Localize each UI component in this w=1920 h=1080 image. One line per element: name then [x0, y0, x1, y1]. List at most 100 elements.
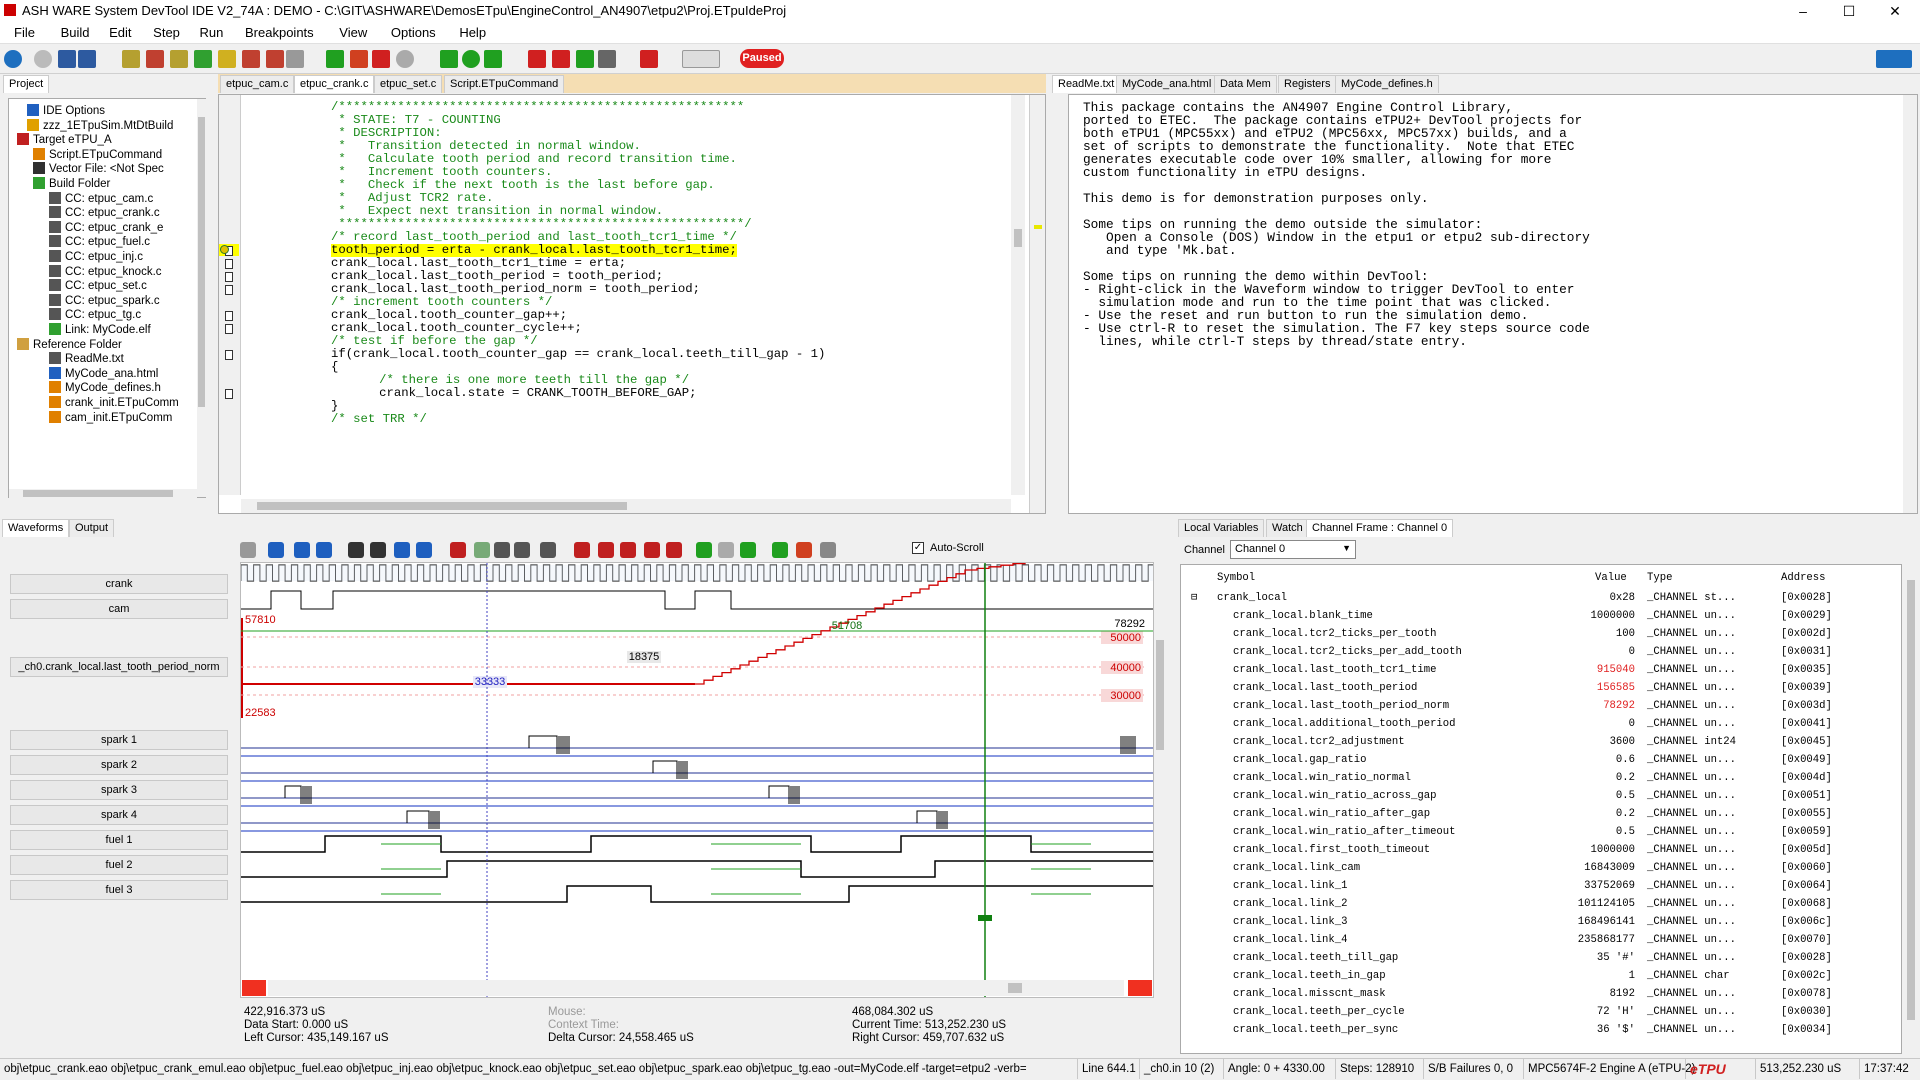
variable-row[interactable]: crank_local.last_tooth_period 156585 _CHAN… [1181, 679, 1901, 697]
project-tree-item[interactable]: Build Folder [33, 176, 110, 192]
project-tree-item[interactable]: MyCode_ana.html [49, 366, 158, 382]
disable-breakpoints-icon[interactable] [598, 50, 616, 68]
project-hscrollbar[interactable] [9, 489, 197, 498]
enable-breakpoint-icon[interactable] [576, 50, 594, 68]
maximize-button[interactable]: ☐ [1826, 0, 1872, 22]
breakpoint-marker[interactable] [225, 285, 233, 295]
collapse-icon[interactable] [394, 542, 410, 558]
cursor-icon[interactable] [644, 542, 660, 558]
cursor-icon[interactable] [620, 542, 636, 558]
breakpoint-marker[interactable] [225, 389, 233, 399]
save-all-icon[interactable] [78, 50, 96, 68]
forward-icon[interactable] [34, 50, 52, 68]
variable-row[interactable]: crank_local.teeth_till_gap 35 '#' _CHANNEL… [1181, 949, 1901, 967]
tab-output[interactable]: Output [69, 519, 115, 537]
signal-label[interactable]: crank [10, 574, 228, 594]
variable-row[interactable]: crank_local.teeth_per_sync 36 '$' _CHANNEL… [1181, 1021, 1901, 1039]
waveform-vscrollbar[interactable] [1154, 562, 1166, 998]
tab-local-variables[interactable]: Local Variables [1178, 519, 1265, 537]
variable-row[interactable]: crank_local.last_tooth_tcr1_time 915040 _C… [1181, 661, 1901, 679]
project-tree-item[interactable]: Link: MyCode.elf [49, 322, 151, 338]
variable-row[interactable]: crank_local.teeth_per_cycle 72 'H' _CHANNE… [1181, 1003, 1901, 1021]
run-icon[interactable] [326, 50, 344, 68]
script-icon[interactable] [640, 50, 658, 68]
variable-row[interactable]: crank_local.misscnt_mask 8192 _CHANNEL un.… [1181, 985, 1901, 1003]
project-tree-item[interactable]: zzz_1ETpuSim.MtDtBuild [27, 118, 173, 134]
menu-breakpoints[interactable]: Breakpoints [245, 22, 314, 40]
build-icon[interactable] [122, 50, 140, 68]
code-line[interactable]: /* set TRR */ [331, 413, 427, 426]
tab-watch[interactable]: Watch [1266, 519, 1309, 537]
variable-row[interactable]: crank_local.first_tooth_timeout 1000000 _C… [1181, 841, 1901, 859]
clean-icon[interactable] [242, 50, 260, 68]
editor-gutter[interactable] [219, 95, 241, 495]
editor-hscrollbar[interactable] [241, 499, 1011, 513]
variable-row[interactable]: crank_local.additional_tooth_period 0 _CHA… [1181, 715, 1901, 733]
project-tree-item[interactable]: CC: etpuc_set.c [49, 278, 147, 294]
breakpoint-marker[interactable] [225, 272, 233, 282]
tab-registers[interactable]: Registers [1278, 75, 1337, 93]
step-over-icon[interactable] [462, 50, 480, 68]
step-out-icon[interactable] [484, 50, 502, 68]
tab-script[interactable]: Script.ETpuCommand [444, 75, 565, 93]
breakpoint-marker[interactable] [225, 324, 233, 334]
menu-build[interactable]: Build [61, 22, 90, 40]
project-tree-item[interactable]: Vector File: <Not Spec [33, 161, 164, 177]
project-tree-item[interactable]: Target eTPU_A [17, 132, 112, 148]
editor-vscrollbar[interactable] [1011, 95, 1025, 495]
code-line[interactable]: crank_local.state = CRANK_TOOTH_BEFORE_G… [357, 387, 696, 400]
scroll-right-icon[interactable] [1128, 980, 1152, 996]
project-tree-item[interactable]: CC: etpuc_knock.c [49, 264, 162, 280]
prev-icon[interactable] [294, 542, 310, 558]
header-address[interactable]: Address [1781, 569, 1826, 587]
clear-breakpoint-icon[interactable] [552, 50, 570, 68]
tab-etpuc-set[interactable]: etpuc_set.c [374, 75, 443, 93]
signal-label[interactable]: _ch0.crank_local.last_tooth_period_norm [10, 657, 228, 677]
link-icon[interactable] [194, 50, 212, 68]
project-tree-item[interactable]: ReadMe.txt [49, 351, 124, 367]
variable-row[interactable]: crank_local.win_ratio_after_timeout 0.5 _C… [1181, 823, 1901, 841]
rebuild-icon[interactable] [218, 50, 236, 68]
marker-icon[interactable] [740, 542, 756, 558]
variable-row[interactable]: crank_local.tcr2_adjustment 3600 _CHANNEL … [1181, 733, 1901, 751]
save-icon[interactable] [58, 50, 76, 68]
variable-row[interactable]: crank_local.gap_ratio 0.6 _CHANNEL un... [0… [1181, 751, 1901, 769]
menu-view[interactable]: View [339, 22, 367, 40]
menu-help[interactable]: Help [459, 22, 486, 40]
project-tree-item[interactable]: CC: etpuc_fuel.c [49, 234, 150, 250]
reset-icon[interactable] [372, 50, 390, 68]
signal-label[interactable]: cam [10, 599, 228, 619]
pause-icon[interactable] [820, 542, 836, 558]
minimize-button[interactable]: – [1780, 0, 1826, 22]
signal-label[interactable]: spark 2 [10, 755, 228, 775]
signal-label[interactable]: spark 3 [10, 780, 228, 800]
breakpoint-icon[interactable] [528, 50, 546, 68]
variable-row[interactable]: crank_local.link_1 33752069 _CHANNEL un...… [1181, 877, 1901, 895]
variable-row[interactable]: crank_local.link_4 235868177 _CHANNEL un..… [1181, 931, 1901, 949]
options-icon[interactable] [286, 50, 304, 68]
project-tree-item[interactable]: CC: etpuc_tg.c [49, 307, 141, 323]
dropdown-icon[interactable] [1876, 50, 1912, 68]
tab-mycode-ana[interactable]: MyCode_ana.html [1116, 75, 1218, 93]
tab-waveforms[interactable]: Waveforms [2, 519, 70, 537]
zoom-in-icon[interactable] [514, 542, 530, 558]
project-tree-item[interactable]: Reference Folder [17, 337, 122, 353]
cursor-icon[interactable] [574, 542, 590, 558]
expand-icon[interactable] [370, 542, 386, 558]
variable-row[interactable]: crank_local.blank_time 1000000 _CHANNEL un… [1181, 607, 1901, 625]
project-tree-item[interactable]: CC: etpuc_cam.c [49, 191, 153, 207]
code-text[interactable]: /***************************************… [241, 101, 1021, 491]
breakpoint-marker[interactable] [225, 311, 233, 321]
cursor-icon[interactable] [598, 542, 614, 558]
run-to-icon[interactable] [350, 50, 368, 68]
readme-scrollbar[interactable] [1903, 95, 1917, 513]
tab-mycode-defines[interactable]: MyCode_defines.h [1335, 75, 1439, 93]
menu-file[interactable]: File [14, 22, 35, 40]
menu-options[interactable]: Options [391, 22, 436, 40]
autoscroll-checkbox[interactable]: ✓ [912, 542, 924, 554]
variable-row[interactable]: crank_local.teeth_in_gap 1 _CHANNEL char [0… [1181, 967, 1901, 985]
step-into-icon[interactable] [440, 50, 458, 68]
collapse-icon[interactable]: ⊟ [1191, 589, 1197, 607]
signal-label[interactable]: spark 4 [10, 805, 228, 825]
breakpoint-marker[interactable] [225, 350, 233, 360]
